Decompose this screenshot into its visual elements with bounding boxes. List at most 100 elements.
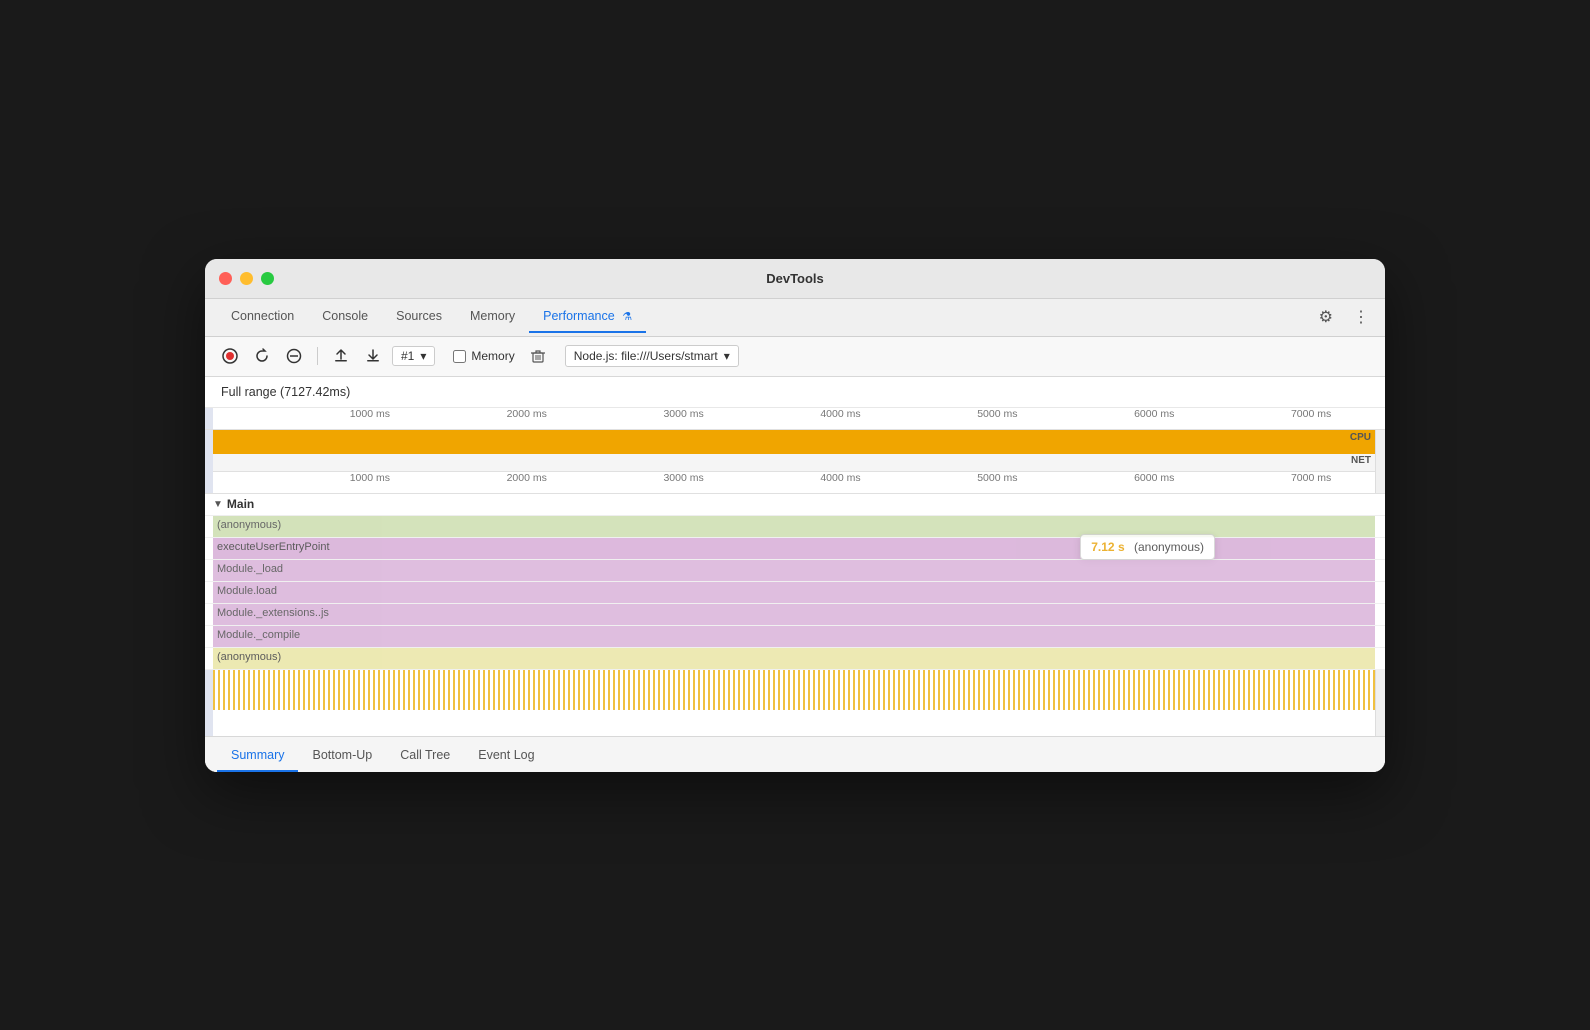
row2-bar: Module._load: [213, 560, 1375, 581]
cpu-row: CPU: [205, 430, 1385, 454]
stripes1-bar: [213, 670, 1375, 690]
empty-row: [205, 710, 1385, 736]
tooltip-time: 7.12 s: [1091, 540, 1124, 554]
window-title: DevTools: [766, 271, 824, 286]
tick-3000: 3000 ms: [663, 408, 703, 420]
flame-rows: (anonymous) executeUserEntryPoint 7.12 s…: [205, 516, 1385, 736]
flame-tooltip: 7.12 s (anonymous): [1080, 534, 1215, 560]
memory-checkbox[interactable]: [453, 350, 466, 363]
tick-5000: 5000 ms: [977, 408, 1017, 420]
net-scrollbar: [1375, 454, 1385, 472]
row1-label: executeUserEntryPoint: [217, 541, 330, 553]
garbage-collect-button[interactable]: [525, 345, 551, 367]
flame-tick-5000: 5000 ms: [977, 472, 1017, 484]
empty-scrollbar: [1375, 710, 1385, 736]
stripes1-gutter: [205, 670, 213, 690]
flame-tick-1000: 1000 ms: [350, 472, 390, 484]
node-label: Node.js: file:///Users/stmart: [574, 349, 718, 363]
flame-chart-area[interactable]: 1000 ms 2000 ms 3000 ms 4000 ms 5000 ms …: [205, 472, 1385, 736]
main-section-label: Main: [227, 497, 254, 511]
flame-tick-7000: 7000 ms: [1291, 472, 1331, 484]
dropdown-arrow-icon: ▾: [420, 349, 426, 363]
flame-ticks-scrollbar: [1375, 472, 1385, 493]
empty-gutter: [205, 710, 213, 736]
row2-label: Module._load: [217, 563, 283, 575]
main-content: Full range (7127.42ms) 1000 ms 2000 ms 3…: [205, 377, 1385, 772]
tab-performance[interactable]: Performance ⚗: [529, 301, 646, 333]
row4-bar: Module._extensions..js: [213, 604, 1375, 625]
tick-6000: 6000 ms: [1134, 408, 1174, 420]
left-gutter: [205, 408, 213, 429]
tick-2000: 2000 ms: [507, 408, 547, 420]
titlebar: DevTools: [205, 259, 1385, 299]
tabs-right-controls: ⚙ ⋮: [1315, 303, 1373, 331]
timeline-section: 1000 ms 2000 ms 3000 ms 4000 ms 5000 ms …: [205, 408, 1385, 472]
tick-1000: 1000 ms: [350, 408, 390, 420]
flame-row-5[interactable]: Module._compile: [205, 626, 1385, 648]
tab-summary[interactable]: Summary: [217, 740, 298, 772]
traffic-lights: [219, 272, 274, 285]
download-button[interactable]: [360, 345, 386, 367]
stripes1-scrollbar: [1375, 670, 1385, 690]
tab-console[interactable]: Console: [308, 301, 382, 333]
tab-connection[interactable]: Connection: [217, 301, 308, 333]
flame-tick-2000: 2000 ms: [507, 472, 547, 484]
net-row: NET: [205, 454, 1385, 472]
flask-icon: ⚗: [622, 310, 632, 323]
reload-button[interactable]: [249, 345, 275, 367]
row3-label: Module.load: [217, 585, 277, 597]
tabs-bar: Connection Console Sources Memory Perfor…: [205, 299, 1385, 337]
tick-4000: 4000 ms: [820, 408, 860, 420]
tab-call-tree[interactable]: Call Tree: [386, 740, 464, 772]
toolbar-divider-1: [317, 347, 318, 365]
tick-7000: 7000 ms: [1291, 408, 1331, 420]
row0-label: (anonymous): [217, 519, 281, 531]
row1-bar: executeUserEntryPoint 7.12 s (anonymous): [213, 538, 1375, 559]
collapse-icon[interactable]: ▼: [213, 499, 223, 510]
row6-label: (anonymous): [217, 651, 281, 663]
session-selector[interactable]: #1 ▾: [392, 346, 435, 366]
stripes2-scrollbar: [1375, 690, 1385, 710]
row3-bar: Module.load: [213, 582, 1375, 603]
stripes2-bar: [213, 690, 1375, 710]
devtools-window: DevTools Connection Console Sources Memo…: [205, 259, 1385, 772]
row5-bar: Module._compile: [213, 626, 1375, 647]
row5-label: Module._compile: [217, 629, 300, 641]
cpu-gutter: [205, 430, 213, 454]
cpu-bar: CPU: [213, 430, 1375, 454]
timeline-ticks-row: 1000 ms 2000 ms 3000 ms 4000 ms 5000 ms …: [205, 408, 1385, 430]
more-button[interactable]: ⋮: [1349, 303, 1373, 331]
clear-button[interactable]: [281, 345, 307, 367]
memory-checkbox-label: Memory: [471, 349, 514, 363]
flame-row-2[interactable]: Module._load: [205, 560, 1385, 582]
flame-row-6[interactable]: (anonymous): [205, 648, 1385, 670]
node-dropdown-icon: ▾: [724, 349, 730, 363]
yellow-stripes-row-2: [205, 690, 1385, 710]
stripes2-gutter: [205, 690, 213, 710]
timeline-ticks: 1000 ms 2000 ms 3000 ms 4000 ms 5000 ms …: [213, 408, 1375, 429]
maximize-button[interactable]: [261, 272, 274, 285]
tab-sources[interactable]: Sources: [382, 301, 456, 333]
upload-button[interactable]: [328, 345, 354, 367]
record-button[interactable]: [217, 345, 243, 367]
flame-row-4[interactable]: Module._extensions..js: [205, 604, 1385, 626]
minimize-button[interactable]: [240, 272, 253, 285]
row4-label: Module._extensions..js: [217, 607, 329, 619]
range-label: Full range (7127.42ms): [205, 377, 1385, 408]
tab-bottom-up[interactable]: Bottom-Up: [298, 740, 386, 772]
main-label-row: ▼ Main: [205, 494, 1385, 516]
flame-tick-3000: 3000 ms: [663, 472, 703, 484]
node-selector[interactable]: Node.js: file:///Users/stmart ▾: [565, 345, 739, 367]
tab-memory[interactable]: Memory: [456, 301, 529, 333]
flame-ticks: 1000 ms 2000 ms 3000 ms 4000 ms 5000 ms …: [213, 472, 1375, 493]
flame-row-3[interactable]: Module.load: [205, 582, 1385, 604]
session-label: #1: [401, 349, 414, 363]
cpu-scrollbar: [1375, 430, 1385, 454]
close-button[interactable]: [219, 272, 232, 285]
tab-event-log[interactable]: Event Log: [464, 740, 548, 772]
settings-button[interactable]: ⚙: [1315, 303, 1337, 331]
flame-tick-4000: 4000 ms: [820, 472, 860, 484]
flame-row-1[interactable]: executeUserEntryPoint 7.12 s (anonymous): [205, 538, 1385, 560]
toolbar: #1 ▾ Memory Node.js: file:///Users/stmar…: [205, 337, 1385, 377]
right-gutter: [1375, 408, 1385, 429]
